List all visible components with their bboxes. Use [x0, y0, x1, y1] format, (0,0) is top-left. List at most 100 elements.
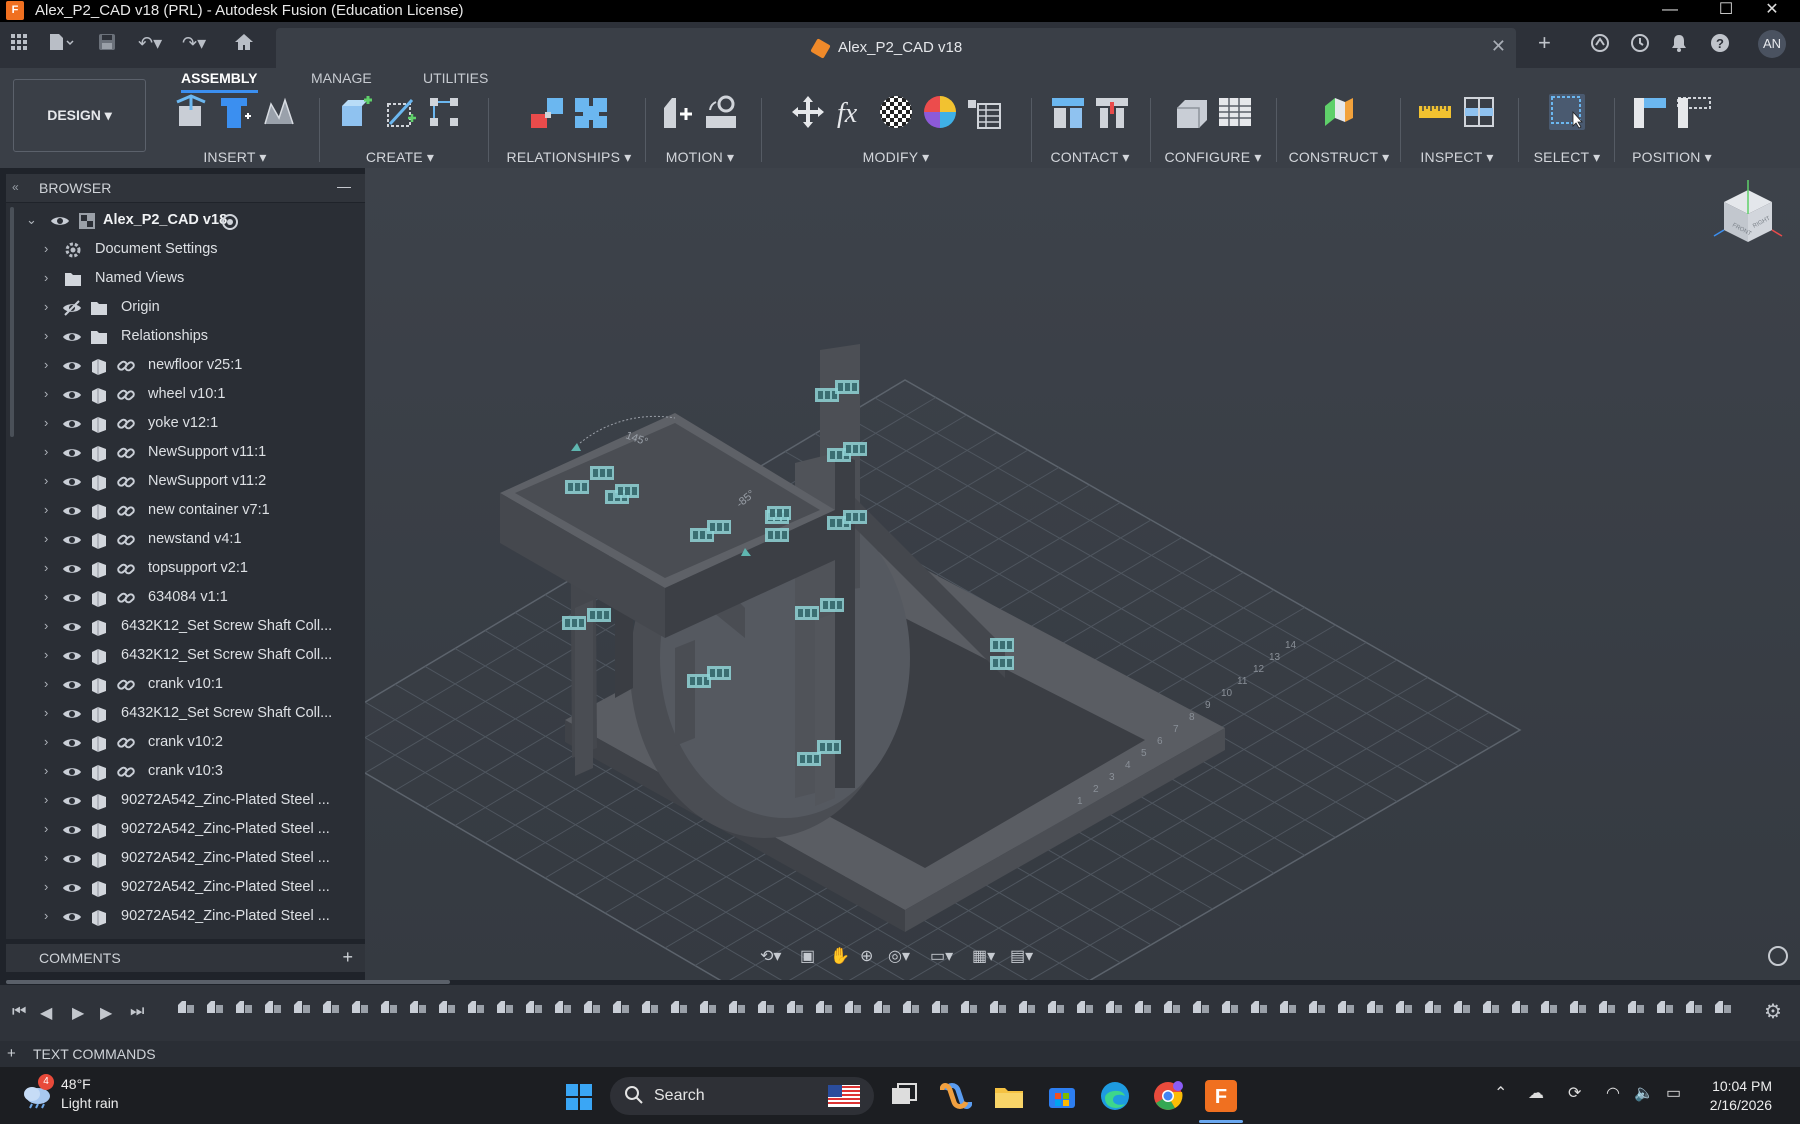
timeline-feature-icon[interactable]	[814, 999, 834, 1017]
volume-icon[interactable]: 🔈	[1634, 1083, 1654, 1103]
timeline-feature-icon[interactable]	[1481, 999, 1501, 1017]
browser-item[interactable]: › crank v10:1	[6, 671, 365, 700]
timeline-feature-icon[interactable]	[1394, 999, 1414, 1017]
configure-table-icon[interactable]	[1217, 94, 1253, 130]
browser-item[interactable]: › Origin	[6, 294, 365, 323]
new-component-icon[interactable]	[338, 94, 374, 130]
select-window-icon[interactable]	[1549, 94, 1585, 130]
select-group[interactable]: SELECT ▾	[1528, 94, 1606, 166]
chevron-right-icon[interactable]: ›	[44, 792, 48, 807]
relationships-group[interactable]: RELATIONSHIPS ▾	[496, 94, 642, 166]
timeline-feature-icon[interactable]	[1249, 999, 1269, 1017]
chevron-right-icon[interactable]: ›	[44, 531, 48, 546]
job-status-clock-icon[interactable]	[1630, 33, 1650, 58]
eye-visible-icon[interactable]	[62, 356, 82, 376]
joint-glyph-icon[interactable]	[707, 520, 731, 534]
create-sketch-icon[interactable]	[382, 94, 418, 130]
timeline-feature-icon[interactable]	[1713, 999, 1733, 1017]
help-icon[interactable]: ?	[1710, 33, 1730, 58]
inspect-group[interactable]: INSPECT ▾	[1408, 94, 1506, 166]
chevron-right-icon[interactable]: ›	[44, 473, 48, 488]
windows-start-icon[interactable]	[565, 1083, 593, 1116]
browser-item[interactable]: › 6432K12_Set Screw Shaft Coll...	[6, 642, 365, 671]
user-avatar[interactable]: AN	[1758, 30, 1786, 58]
browser-item[interactable]: › yoke v12:1	[6, 410, 365, 439]
move-icon[interactable]	[790, 94, 826, 130]
browser-item[interactable]: › 90272A542_Zinc-Plated Steel ...	[6, 787, 365, 816]
undo-icon[interactable]: ↶▾	[138, 33, 162, 54]
appearance-icon[interactable]	[878, 94, 914, 130]
timeline-feature-icon[interactable]	[1191, 999, 1211, 1017]
configure-group[interactable]: CONFIGURE ▾	[1160, 94, 1266, 166]
eye-visible-icon[interactable]	[62, 385, 82, 405]
modify-group[interactable]: fx MODIFY ▾	[770, 94, 1022, 166]
chevron-right-icon[interactable]: ›	[44, 270, 48, 285]
timeline-feature-icon[interactable]	[321, 999, 341, 1017]
viewports-icon[interactable]: ▤▾	[1010, 946, 1033, 966]
motion-study-icon[interactable]	[704, 94, 740, 130]
microsoft-store-icon[interactable]	[1046, 1080, 1078, 1112]
sync-icon[interactable]: ⟳	[1568, 1083, 1581, 1103]
chevron-right-icon[interactable]: ›	[44, 357, 48, 372]
design-viewport[interactable]: 145° -85° 14 13 12 11 10 9 8 7 6 5 4 3 2 1 FRONT RIGH…	[303, 168, 1800, 1089]
joint-glyph-icon[interactable]	[843, 510, 867, 524]
measure-icon[interactable]	[1417, 94, 1453, 130]
eye-visible-icon[interactable]	[62, 791, 82, 811]
pan-hand-icon[interactable]: ✋	[830, 946, 850, 966]
joint-icon[interactable]	[529, 94, 565, 130]
timeline-feature-icon[interactable]	[1684, 999, 1704, 1017]
fx-parameters-icon[interactable]: fx	[834, 94, 870, 130]
file-menu-icon[interactable]	[48, 33, 74, 56]
chevron-down-icon[interactable]: ⌄	[26, 212, 37, 228]
browser-item[interactable]: › crank v10:2	[6, 729, 365, 758]
eye-visible-icon[interactable]	[62, 762, 82, 782]
configure-group-label[interactable]: CONFIGURE ▾	[1160, 149, 1266, 166]
timeline-feature-icon[interactable]	[1597, 999, 1617, 1017]
weather-widget[interactable]: 4 48°F Light rain	[20, 1074, 119, 1115]
browser-item[interactable]: › 90272A542_Zinc-Plated Steel ...	[6, 903, 365, 932]
timeline-feature-icon[interactable]	[611, 999, 631, 1017]
display-settings-icon[interactable]: ▭▾	[930, 946, 953, 966]
timeline-feature-icon[interactable]	[582, 999, 602, 1017]
text-commands-bar[interactable]: + TEXT COMMANDS	[0, 1041, 1800, 1067]
add-comment-button[interactable]: +	[342, 947, 353, 968]
timeline-feature-icon[interactable]	[1365, 999, 1385, 1017]
browser-item[interactable]: › new container v7:1	[6, 497, 365, 526]
browser-item[interactable]: › wheel v10:1	[6, 381, 365, 410]
inspect-group-label[interactable]: INSPECT ▾	[1408, 149, 1506, 166]
system-clock[interactable]: 10:04 PM 2/16/2026	[1710, 1077, 1772, 1115]
contact-group[interactable]: CONTACT ▾	[1040, 94, 1140, 166]
eye-visible-icon[interactable]	[62, 907, 82, 927]
joint-glyph-icon[interactable]	[767, 506, 791, 520]
timeline-feature-icon[interactable]	[495, 999, 515, 1017]
joint-glyph-icon[interactable]	[765, 528, 789, 542]
enable-contact-icon[interactable]	[1094, 94, 1130, 130]
timeline-feature-icon[interactable]	[408, 999, 428, 1017]
timeline-feature-icon[interactable]	[843, 999, 863, 1017]
eye-visible-icon[interactable]	[62, 530, 82, 550]
chevron-right-icon[interactable]: ›	[44, 444, 48, 459]
joint-glyph-icon[interactable]	[565, 480, 589, 494]
timeline-feature-icon[interactable]	[1336, 999, 1356, 1017]
timeline-feature-icon[interactable]	[1046, 999, 1066, 1017]
motion-group-label[interactable]: MOTION ▾	[652, 149, 748, 166]
browser-item[interactable]: › 634084 v1:1	[6, 584, 365, 613]
eye-visible-icon[interactable]	[62, 646, 82, 666]
timeline-feature-icon[interactable]	[1017, 999, 1037, 1017]
create-group-label[interactable]: CREATE ▾	[325, 149, 475, 166]
insert-mesh-icon[interactable]	[261, 94, 297, 130]
timeline-feature-icon[interactable]	[785, 999, 805, 1017]
go-to-start-icon[interactable]: ⏮	[12, 1003, 26, 1021]
timeline-feature-icon[interactable]	[1278, 999, 1298, 1017]
chevron-right-icon[interactable]: ›	[44, 328, 48, 343]
browser-item[interactable]: › NewSupport v11:1	[6, 439, 365, 468]
joint-glyph-icon[interactable]	[990, 638, 1014, 652]
joint-glyph-icon[interactable]	[562, 616, 586, 630]
data-panel-grid-icon[interactable]	[10, 33, 28, 56]
document-tab[interactable]: Alex_P2_CAD v18 ✕	[276, 28, 1516, 68]
timeline-feature-icon[interactable]	[756, 999, 776, 1017]
timeline-feature-icon[interactable]	[437, 999, 457, 1017]
timeline-feature-icon[interactable]	[1162, 999, 1182, 1017]
browser-item[interactable]: › Relationships	[6, 323, 365, 352]
eye-hidden-icon[interactable]	[62, 298, 82, 318]
